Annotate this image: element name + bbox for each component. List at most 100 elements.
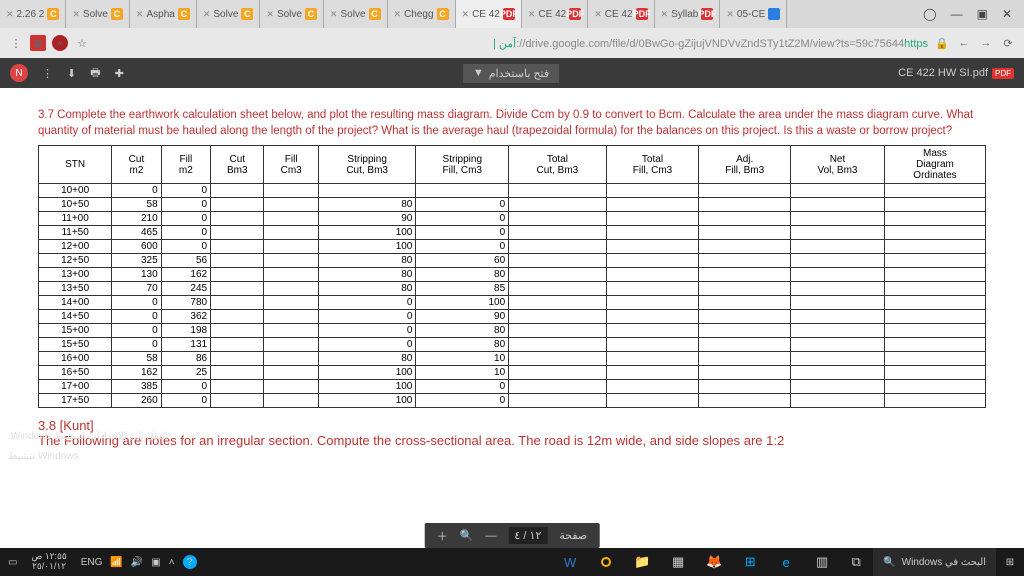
table-cell (699, 226, 791, 240)
browser-tab[interactable]: ✕CE 42PDF (522, 0, 588, 28)
table-cell (509, 310, 606, 324)
tab-close-icon[interactable]: ✕ (136, 9, 144, 20)
table-cell: 0 (416, 240, 509, 254)
table-cell (211, 310, 264, 324)
close-icon[interactable]: ✕ (1002, 7, 1012, 21)
print-icon[interactable]: 🖶 (90, 64, 100, 83)
addtodrive-icon[interactable]: ✚ (115, 67, 124, 80)
table-cell: 100 (318, 380, 415, 394)
table-cell (509, 198, 606, 212)
table-cell: 0 (416, 226, 509, 240)
browser-tab[interactable]: ✕SolveC (324, 0, 388, 28)
tab-close-icon[interactable]: ✕ (661, 9, 669, 20)
maximize-icon[interactable]: ▣ (977, 7, 988, 21)
lang-indicator[interactable]: ENG (81, 557, 103, 568)
more-icon[interactable]: ⋮ (42, 67, 53, 80)
table-cell (791, 226, 885, 240)
browser-tab[interactable]: ✕CheggC (388, 0, 456, 28)
app-files[interactable]: 📁 (625, 548, 659, 576)
tab-close-icon[interactable]: ✕ (594, 9, 602, 20)
open-with-dropdown[interactable]: ▼ فتح باستخدام (463, 64, 559, 83)
taskview-icon[interactable]: ⧉ (839, 554, 873, 570)
app-chrome[interactable] (589, 548, 623, 576)
table-cell (884, 352, 985, 366)
tab-close-icon[interactable]: ✕ (528, 9, 536, 20)
app-word[interactable]: W (553, 548, 587, 576)
tab-close-icon[interactable]: ✕ (394, 9, 402, 20)
table-cell: 10+50 (39, 198, 112, 212)
zoom-in-icon[interactable]: ＋ (437, 528, 448, 544)
extension-icon[interactable]: » (52, 35, 68, 51)
table-cell (699, 184, 791, 198)
tab-close-icon[interactable]: ✕ (203, 9, 211, 20)
browser-tab[interactable]: ✕2.26 2C (0, 0, 66, 28)
table-cell (211, 240, 264, 254)
table-cell (606, 254, 699, 268)
start-button[interactable]: ⊞ (996, 557, 1024, 568)
tab-favicon (768, 8, 780, 20)
help-icon[interactable]: ? (183, 555, 197, 569)
extension-icon[interactable]: ▦ (30, 35, 46, 51)
tray-icon[interactable]: ▣ (151, 557, 160, 568)
browser-tab[interactable]: ✕SolveC (66, 0, 130, 28)
refresh-icon[interactable]: ⟳ (1000, 35, 1016, 51)
bookmark-icon[interactable]: ☆ (74, 35, 90, 51)
back-icon[interactable]: ← (956, 35, 972, 51)
app-store[interactable]: ⊞ (733, 548, 767, 576)
avatar[interactable]: N (10, 64, 28, 82)
table-cell (884, 310, 985, 324)
user-icon[interactable]: ◯ (923, 7, 936, 21)
table-cell (211, 268, 264, 282)
fit-icon[interactable]: — (485, 530, 496, 542)
table-cell (699, 366, 791, 380)
app-calc[interactable]: ▦ (661, 548, 695, 576)
browser-tab[interactable]: ✕05-CE (720, 0, 787, 28)
table-cell (509, 338, 606, 352)
tab-close-icon[interactable]: ✕ (6, 9, 14, 20)
app-firefox[interactable]: 🦊 (697, 548, 731, 576)
table-cell (791, 324, 885, 338)
search-box[interactable]: البحث في Windows 🔍 (873, 548, 996, 576)
notifications-icon[interactable]: ▭ (8, 557, 17, 568)
table-cell (791, 338, 885, 352)
app-edge[interactable]: e (769, 548, 803, 576)
download-icon[interactable]: ⬇ (67, 67, 76, 80)
table-cell: 0 (112, 324, 161, 338)
table-cell (211, 366, 264, 380)
minimize-icon[interactable]: — (951, 7, 963, 21)
tab-label: CE 42 (605, 9, 633, 20)
browser-tab[interactable]: ✕SyllabPDF (655, 0, 721, 28)
browser-tab[interactable]: ✕AsphaC (130, 0, 197, 28)
tab-close-icon[interactable]: ✕ (462, 9, 470, 20)
table-cell: 13+00 (39, 268, 112, 282)
table-cell: 0 (161, 184, 210, 198)
table-row: 11+5046501000 (39, 226, 986, 240)
browser-tab[interactable]: ✕SolveC (260, 0, 324, 28)
clock[interactable]: ١٢:٥٥ ص٢٥/٠١/١٢ (25, 552, 72, 572)
browser-tab[interactable]: ✕SolveC (197, 0, 261, 28)
tab-close-icon[interactable]: ✕ (726, 9, 734, 20)
section-heading: 3.8 [Kunt] (38, 418, 986, 433)
table-row: 16+0058868010 (39, 352, 986, 366)
browser-tab[interactable]: ✕CE 42PDF (588, 0, 654, 28)
volume-icon[interactable]: 🔊 (131, 557, 143, 568)
table-row: 10+50580800 (39, 198, 986, 212)
browser-tab[interactable]: ✕CE 42PDF (456, 0, 522, 28)
address-bar[interactable]: | آمن://drive.google.com/file/d/0BwGo-gZ… (96, 37, 928, 50)
zoom-out-icon[interactable]: 🔍 (460, 529, 474, 542)
tab-close-icon[interactable]: ✕ (266, 9, 274, 20)
table-cell (791, 282, 885, 296)
chevron-up-icon[interactable]: ˄ (169, 557, 175, 568)
column-header: StrippingFill, Cm3 (416, 146, 509, 184)
table-cell: 162 (161, 268, 210, 282)
app-item[interactable]: ▥ (805, 548, 839, 576)
table-cell: 15+00 (39, 324, 112, 338)
menu-icon[interactable]: ⋮ (8, 35, 24, 51)
tab-favicon: C (178, 8, 190, 20)
forward-icon[interactable]: → (978, 35, 994, 51)
tab-close-icon[interactable]: ✕ (330, 9, 338, 20)
table-cell (884, 240, 985, 254)
table-cell (884, 380, 985, 394)
wifi-icon[interactable]: 📶 (110, 557, 122, 568)
tab-close-icon[interactable]: ✕ (72, 9, 80, 20)
